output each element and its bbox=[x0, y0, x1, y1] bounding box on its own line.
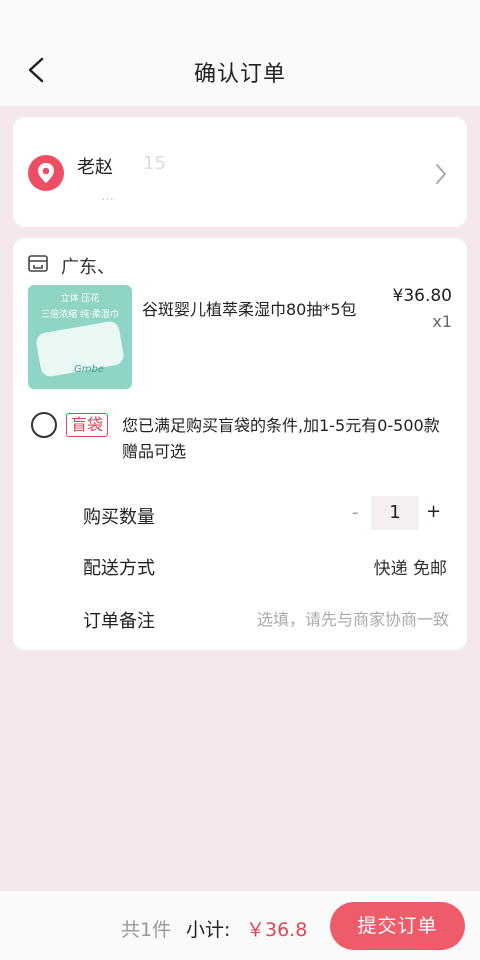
bottom-bar: 共1件 小计: ￥36.8 提交订单 bbox=[0, 891, 480, 960]
page-title: 确认订单 bbox=[193, 62, 286, 87]
order-card: 广东、 立体 压花 三倍浓缩 纯·柔湿巾 Gmbe 谷斑婴儿植萃柔湿巾80抽*5… bbox=[13, 238, 467, 650]
address-detail: … bbox=[101, 189, 114, 204]
store-icon bbox=[28, 255, 48, 272]
product-title[interactable]: 谷斑婴儿植萃柔湿巾80抽*5包 bbox=[142, 296, 357, 320]
quantity-input[interactable]: 1 bbox=[371, 496, 419, 530]
quantity-plus-button[interactable]: + bbox=[426, 501, 441, 522]
product-image[interactable]: 立体 压花 三倍浓缩 纯·柔湿巾 Gmbe bbox=[28, 285, 132, 389]
product-price: ¥36.80 bbox=[392, 286, 452, 306]
subtotal-value: ￥36.8 bbox=[246, 919, 308, 941]
quantity-minus-button[interactable]: - bbox=[352, 502, 359, 523]
shop-name: 广东、 bbox=[61, 257, 115, 278]
quantity-label: 购买数量 bbox=[83, 507, 155, 528]
remark-label: 订单备注 bbox=[83, 611, 155, 632]
submit-order-button[interactable]: 提交订单 bbox=[330, 902, 465, 950]
product-image-subtitle: 三倍浓缩 纯·柔湿巾 bbox=[41, 310, 119, 320]
product-quantity: x1 bbox=[432, 312, 452, 331]
remark-input[interactable]: 选填，请先与商家协商一致 bbox=[257, 606, 449, 630]
product-image-tag: 立体 压花 bbox=[60, 294, 100, 304]
top-bar: 确认订单 bbox=[0, 0, 480, 106]
subtotal-label: 小计: bbox=[186, 919, 231, 941]
item-count: 共1件 bbox=[121, 919, 172, 941]
shipping-value: 快递 免邮 bbox=[373, 559, 447, 579]
product-image-brand: Gmbe bbox=[74, 364, 104, 375]
recipient-name: 老赵 bbox=[77, 157, 113, 178]
recipient-phone: 15 bbox=[143, 153, 166, 174]
address-card[interactable]: 老赵 15 … bbox=[13, 117, 467, 227]
location-pin-icon bbox=[28, 155, 64, 191]
bonus-radio[interactable] bbox=[31, 412, 57, 438]
bonus-text: 您已满足购买盲袋的条件,加1-5元有0-500款赠品可选 bbox=[122, 416, 440, 461]
blind-bag-badge: 盲袋 bbox=[66, 413, 109, 437]
shipping-label: 配送方式 bbox=[83, 558, 155, 579]
chevron-right-icon bbox=[436, 164, 446, 184]
